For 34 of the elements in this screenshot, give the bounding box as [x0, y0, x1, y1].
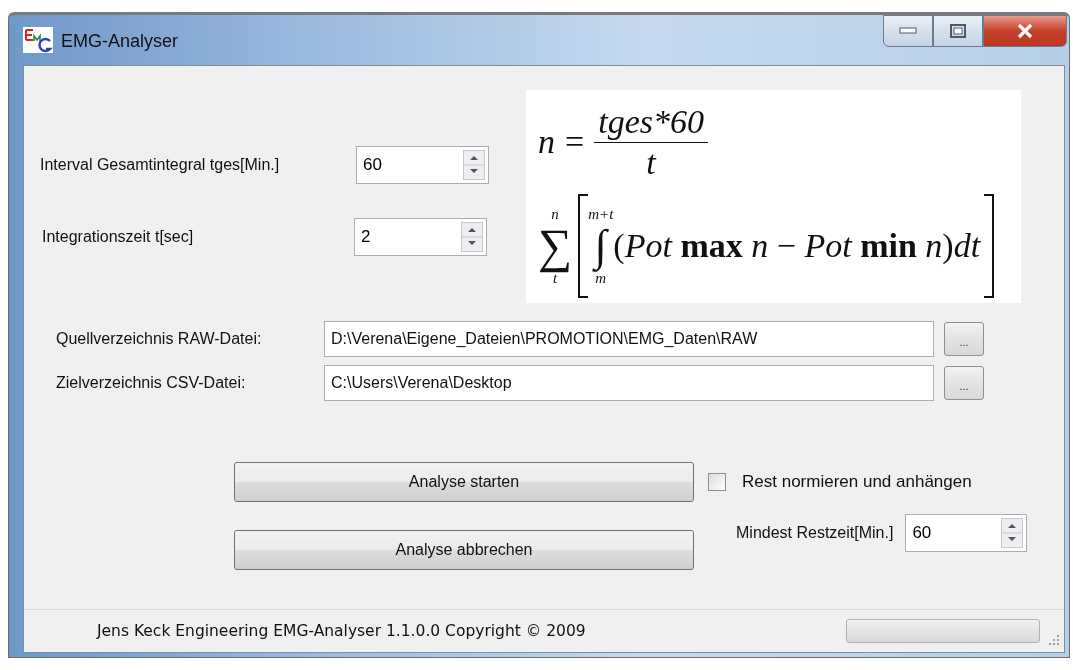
path-field[interactable]: C:\Users\Verena\Desktop [324, 365, 934, 401]
sum-upper-limit: n [551, 206, 559, 222]
close-icon [1016, 23, 1034, 39]
min-rest-label: Mindest Restzeit[Min.] [736, 524, 894, 542]
integration-time-label: Integrationszeit t[sec] [42, 228, 195, 246]
field-label: Zielverzeichnis CSV-Datei: [55, 374, 247, 392]
field-label: Quellverzeichnis RAW-Datei: [55, 330, 263, 348]
spin-arrows-icon[interactable] [1001, 518, 1024, 548]
cancel-analysis-button[interactable]: Analyse abbrechen [234, 530, 694, 570]
start-analysis-button[interactable]: Analyse starten [234, 462, 694, 502]
resize-grip-icon[interactable] [1048, 634, 1060, 646]
maximize-icon [950, 24, 966, 38]
integral-sign: ∫ [594, 222, 607, 270]
fraction-numerator: tges*60 [594, 101, 708, 143]
browse-button[interactable]: ... [944, 322, 984, 356]
equals-sign: = [565, 123, 585, 161]
checkbox[interactable] [708, 473, 726, 491]
app-logo-icon [23, 27, 53, 53]
spin-arrows-icon[interactable] [463, 150, 485, 180]
close-button[interactable] [983, 15, 1067, 47]
path-field[interactable]: D:\Verena\Eigene_Dateien\PROMOTION\EMG_Daten\RAW [324, 321, 934, 357]
fraction-denominator: t [646, 142, 656, 183]
status-text: Jens Keck Engineering EMG-Analyser 1.1.0.0 Copyright © 2009 [97, 622, 586, 640]
interval-label: Interval Gesamtintegral tges[Min.] [40, 156, 281, 174]
browse-button[interactable]: ... [944, 366, 984, 400]
integrand: (Pot max n − Pot min n)dt [613, 227, 981, 265]
minimize-icon [899, 27, 917, 35]
integral-upper-limit: m+t [588, 206, 614, 222]
minimize-button[interactable] [883, 15, 933, 47]
window-title: EMG-Analyser [61, 31, 179, 52]
checkbox-label: Rest normieren und anhängen [742, 472, 972, 492]
spin-arrows-icon[interactable] [461, 222, 483, 252]
formula-variable: n [538, 123, 555, 161]
maximize-button[interactable] [933, 15, 983, 47]
